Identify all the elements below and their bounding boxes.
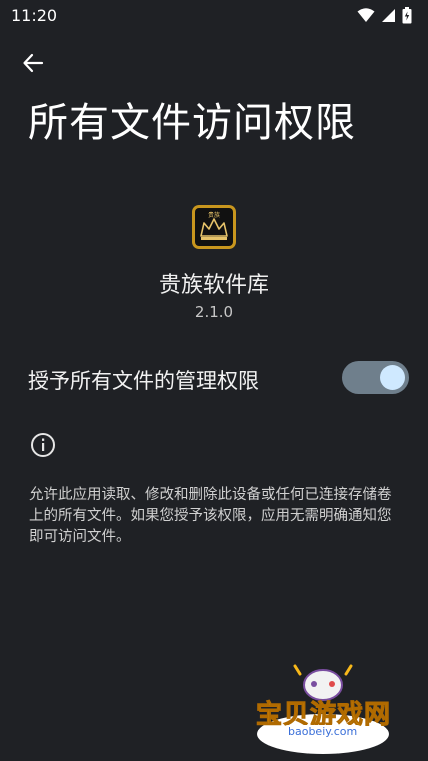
- arrow-left-icon: [23, 53, 44, 73]
- watermark-url: baobeiy.com: [282, 725, 364, 738]
- toggle-thumb: [380, 365, 405, 390]
- status-time: 11:20: [11, 6, 58, 25]
- back-button[interactable]: [16, 46, 50, 80]
- permission-toggle[interactable]: [342, 361, 409, 394]
- signal-icon: [382, 8, 395, 22]
- status-icons: [357, 6, 412, 24]
- app-icon: 贵族: [192, 205, 236, 249]
- permission-label: 授予所有文件的管理权限: [28, 369, 259, 393]
- status-bar: 11:20: [0, 0, 428, 30]
- permission-row[interactable]: 授予所有文件的管理权限: [0, 352, 428, 404]
- battery-icon: [402, 6, 412, 23]
- page-title: 所有文件访问权限: [28, 100, 356, 146]
- app-version: 2.1.0: [194, 303, 234, 321]
- watermark: 宝贝游戏网 baobeiy.com: [248, 664, 398, 759]
- permission-description: 允许此应用读取、修改和删除此设备或任何已连接存储卷上的所有文件。如果您授予该权限…: [29, 487, 392, 545]
- app-icon-label: 贵族: [207, 212, 220, 219]
- info-icon: [31, 433, 55, 457]
- app-name: 贵族软件库: [158, 273, 269, 298]
- wifi-icon: [357, 8, 375, 22]
